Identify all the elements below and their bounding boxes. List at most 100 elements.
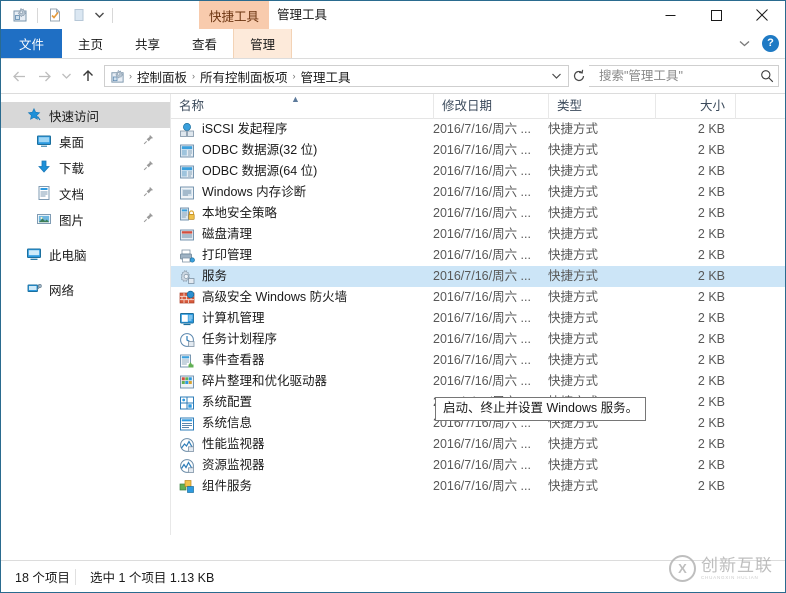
table-row[interactable]: 打印管理2016/7/16/周六 ...快捷方式2 KB	[171, 245, 785, 266]
help-icon[interactable]: ?	[762, 35, 779, 52]
pin-icon[interactable]	[143, 186, 154, 200]
new-folder-icon[interactable]	[68, 4, 90, 26]
sidebar-item-downloads[interactable]: 下载	[1, 154, 170, 180]
table-row[interactable]: 碎片整理和优化驱动器2016/7/16/周六 ...快捷方式2 KB	[171, 371, 785, 392]
minimize-button[interactable]	[647, 1, 693, 29]
control-panel-icon[interactable]	[9, 4, 31, 26]
table-row[interactable]: 磁盘清理2016/7/16/周六 ...快捷方式2 KB	[171, 224, 785, 245]
firewall-icon	[179, 290, 195, 306]
cell-name[interactable]: 磁盘清理	[171, 224, 433, 245]
table-row[interactable]: ODBC 数据源(32 位)2016/7/16/周六 ...快捷方式2 KB	[171, 140, 785, 161]
column-header-name[interactable]: 名称 ▲	[171, 94, 433, 119]
table-row[interactable]: ODBC 数据源(64 位)2016/7/16/周六 ...快捷方式2 KB	[171, 161, 785, 182]
cell-name[interactable]: 系统配置	[171, 392, 433, 413]
explorer-window: 快捷工具 管理工具 文件 主页 共享 查看 管理 ?	[0, 0, 786, 593]
cell-name[interactable]: 高级安全 Windows 防火墙	[171, 287, 433, 308]
file-name-label: iSCSI 发起程序	[202, 119, 287, 140]
tab-view[interactable]: 查看	[176, 29, 233, 58]
file-name-label: 性能监视器	[202, 434, 265, 455]
table-row[interactable]: 任务计划程序2016/7/16/周六 ...快捷方式2 KB	[171, 329, 785, 350]
file-name-label: 打印管理	[202, 245, 252, 266]
cell-name[interactable]: ODBC 数据源(32 位)	[171, 140, 433, 161]
tab-file[interactable]: 文件	[1, 29, 62, 58]
pin-icon[interactable]	[143, 134, 154, 148]
cell-type: 快捷方式	[548, 266, 655, 287]
cell-name[interactable]: ODBC 数据源(64 位)	[171, 161, 433, 182]
tab-share[interactable]: 共享	[119, 29, 176, 58]
breadcrumb[interactable]: › 控制面板 › 所有控制面板项 › 管理工具	[104, 65, 569, 87]
cell-name[interactable]: 计算机管理	[171, 308, 433, 329]
cell-name[interactable]: 事件查看器	[171, 350, 433, 371]
close-button[interactable]	[739, 1, 785, 29]
chevron-down-icon[interactable]	[734, 34, 754, 54]
table-row[interactable]: iSCSI 发起程序2016/7/16/周六 ...快捷方式2 KB	[171, 119, 785, 140]
pin-icon[interactable]	[143, 160, 154, 174]
cell-name[interactable]: 服务	[171, 266, 433, 287]
table-row[interactable]: 资源监视器2016/7/16/周六 ...快捷方式2 KB	[171, 455, 785, 476]
column-header-extra[interactable]	[735, 94, 785, 119]
pin-icon[interactable]	[143, 212, 154, 226]
column-header-type[interactable]: 类型	[548, 94, 655, 119]
column-header-date[interactable]: 修改日期	[433, 94, 548, 119]
cell-date: 2016/7/16/周六 ...	[433, 455, 548, 476]
table-row[interactable]: 服务2016/7/16/周六 ...快捷方式2 KB	[171, 266, 785, 287]
cell-name[interactable]: 本地安全策略	[171, 203, 433, 224]
table-row[interactable]: 组件服务2016/7/16/周六 ...快捷方式2 KB	[171, 476, 785, 497]
column-header-size[interactable]: 大小	[655, 94, 735, 119]
sidebar-item-quick-access[interactable]: 快速访问	[1, 102, 170, 128]
cell-name[interactable]: Windows 内存诊断	[171, 182, 433, 203]
sidebar-item-this-pc[interactable]: 此电脑	[1, 241, 170, 267]
cell-name[interactable]: 组件服务	[171, 476, 433, 497]
forward-button[interactable]	[32, 64, 57, 88]
sidebar-item-label: 此电脑	[49, 245, 87, 264]
history-dropdown-button[interactable]	[57, 64, 75, 88]
maximize-button[interactable]	[693, 1, 739, 29]
cell-name[interactable]: 任务计划程序	[171, 329, 433, 350]
sidebar-item-pictures[interactable]: 图片	[1, 206, 170, 232]
up-button[interactable]	[75, 64, 100, 88]
table-row[interactable]: 事件查看器2016/7/16/周六 ...快捷方式2 KB	[171, 350, 785, 371]
print-management-icon	[179, 248, 195, 264]
file-name-label: 本地安全策略	[202, 203, 277, 224]
cell-name[interactable]: 资源监视器	[171, 455, 433, 476]
tab-manage[interactable]: 管理	[233, 29, 292, 58]
breadcrumb-item-admin-tools[interactable]: 管理工具	[297, 67, 355, 86]
search-input[interactable]	[597, 68, 760, 84]
cell-date: 2016/7/16/周六 ...	[433, 140, 548, 161]
cell-name[interactable]: 碎片整理和优化驱动器	[171, 371, 433, 392]
sidebar-item-label: 图片	[59, 210, 84, 229]
breadcrumb-item-all-items[interactable]: 所有控制面板项	[196, 67, 292, 86]
refresh-icon[interactable]	[569, 66, 589, 86]
tab-home[interactable]: 主页	[62, 29, 119, 58]
table-row[interactable]: Windows 内存诊断2016/7/16/周六 ...快捷方式2 KB	[171, 182, 785, 203]
back-button[interactable]	[7, 64, 32, 88]
cell-name[interactable]: iSCSI 发起程序	[171, 119, 433, 140]
task-scheduler-icon	[179, 332, 195, 348]
cell-date: 2016/7/16/周六 ...	[433, 371, 548, 392]
sidebar-item-label: 桌面	[59, 132, 84, 151]
properties-icon[interactable]	[44, 4, 66, 26]
quick-access-toolbar	[1, 1, 117, 29]
file-name-label: 组件服务	[202, 476, 252, 497]
table-row[interactable]: 高级安全 Windows 防火墙2016/7/16/周六 ...快捷方式2 KB	[171, 287, 785, 308]
sidebar-item-label: 下载	[59, 158, 84, 177]
cell-name[interactable]: 系统信息	[171, 413, 433, 434]
table-row[interactable]: 本地安全策略2016/7/16/周六 ...快捷方式2 KB	[171, 203, 785, 224]
cell-type: 快捷方式	[548, 455, 655, 476]
control-panel-icon[interactable]	[109, 68, 126, 84]
column-header-name-label: 名称	[179, 99, 204, 113]
chevron-down-icon[interactable]	[92, 4, 106, 26]
chevron-down-icon[interactable]	[546, 66, 566, 86]
cell-name[interactable]: 打印管理	[171, 245, 433, 266]
sidebar-item-desktop[interactable]: 桌面	[1, 128, 170, 154]
sidebar-item-documents[interactable]: 文档	[1, 180, 170, 206]
sidebar-item-network[interactable]: 网络	[1, 276, 170, 302]
search-icon[interactable]	[760, 69, 774, 83]
odbc-icon	[179, 164, 195, 180]
search-box[interactable]	[589, 65, 779, 87]
table-row[interactable]: 计算机管理2016/7/16/周六 ...快捷方式2 KB	[171, 308, 785, 329]
breadcrumb-item-control-panel[interactable]: 控制面板	[133, 67, 191, 86]
cell-size: 2 KB	[655, 266, 735, 287]
table-row[interactable]: 性能监视器2016/7/16/周六 ...快捷方式2 KB	[171, 434, 785, 455]
cell-name[interactable]: 性能监视器	[171, 434, 433, 455]
